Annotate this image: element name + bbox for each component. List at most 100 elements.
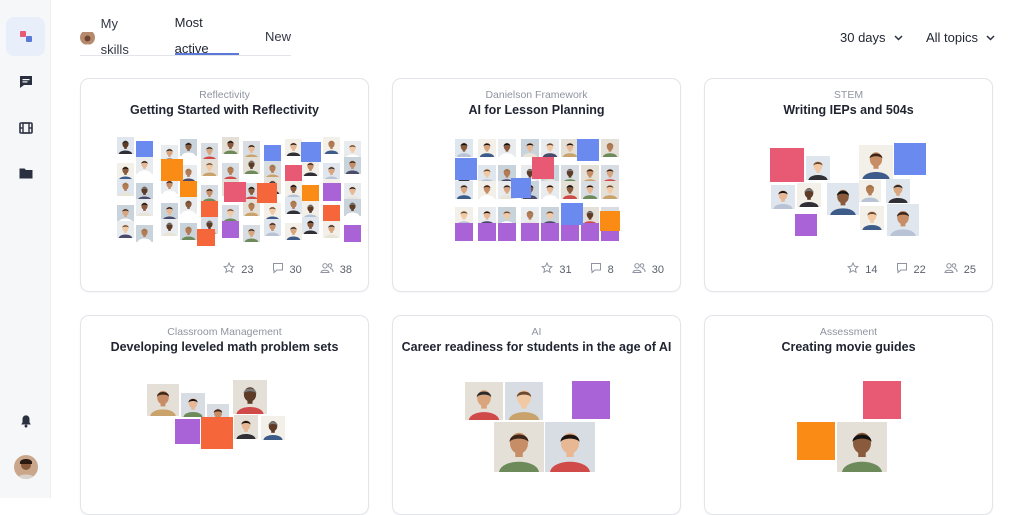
member-photo	[180, 139, 197, 156]
member-photo	[180, 223, 197, 240]
color-tile	[894, 143, 926, 175]
member-photo	[201, 185, 218, 202]
star-icon	[847, 261, 860, 277]
color-tile	[581, 223, 599, 241]
color-tile	[511, 178, 531, 198]
member-photo	[285, 139, 302, 156]
tab-bar: My skills Most active New	[80, 15, 291, 57]
card-stats: 23 30 38	[223, 261, 352, 277]
member-photo	[285, 197, 302, 214]
stars-count: 14	[847, 261, 878, 277]
sidebar	[0, 0, 51, 498]
comment-icon	[896, 262, 908, 277]
skill-card[interactable]: Classroom Management Developing leveled …	[80, 315, 369, 515]
card-title: Getting Started with Reflectivity	[130, 103, 319, 117]
member-photo	[797, 183, 821, 207]
member-photo	[478, 139, 496, 157]
sidebar-item-home[interactable]	[6, 17, 45, 56]
chevron-down-icon	[894, 34, 903, 41]
member-photo	[505, 382, 543, 420]
member-photo	[521, 139, 539, 157]
member-photo	[136, 157, 153, 174]
color-tile	[201, 201, 218, 218]
member-photo	[285, 223, 302, 240]
sidebar-item-messages[interactable]	[6, 62, 45, 101]
member-photo	[581, 181, 599, 199]
sidebar-item-videos[interactable]	[6, 108, 45, 147]
card-category: Danielson Framework	[485, 89, 588, 101]
sidebar-item-folders[interactable]	[6, 153, 45, 192]
member-photo	[323, 163, 340, 180]
card-category: AI	[531, 326, 542, 338]
people-icon	[320, 262, 334, 277]
member-photo	[494, 422, 544, 472]
member-photo	[181, 393, 205, 417]
member-photo	[147, 384, 179, 416]
comment-icon	[272, 262, 284, 277]
member-photo	[859, 145, 893, 179]
avatar	[80, 30, 95, 45]
member-photo	[323, 137, 340, 154]
film-icon	[18, 121, 33, 134]
member-photo	[478, 181, 496, 199]
comments-count: 8	[590, 262, 614, 277]
member-photo	[261, 416, 285, 440]
member-photo	[541, 181, 559, 199]
member-photo	[837, 422, 887, 472]
color-tile	[541, 223, 559, 241]
topics-value: All topics	[926, 30, 979, 45]
member-photo	[117, 179, 134, 196]
member-photo	[323, 221, 340, 238]
topics-dropdown[interactable]: All topics	[926, 30, 995, 45]
period-dropdown[interactable]: 30 days	[840, 30, 903, 45]
card-title: Creating movie guides	[781, 340, 916, 354]
member-photo	[601, 181, 619, 199]
member-photo	[545, 422, 595, 472]
member-photo	[455, 181, 473, 199]
sidebar-item-notifications[interactable]	[6, 401, 45, 440]
skill-card[interactable]: STEM Writing IEPs and 504s 14 22 25	[704, 78, 993, 292]
color-tile	[323, 205, 340, 222]
member-photo	[886, 179, 910, 203]
color-tile	[561, 223, 579, 241]
color-tile	[301, 142, 321, 162]
member-photo	[180, 197, 197, 214]
period-value: 30 days	[840, 30, 886, 45]
member-photo	[541, 139, 559, 157]
color-tile	[224, 182, 246, 202]
color-tile	[264, 145, 281, 162]
member-photo	[222, 163, 239, 180]
card-title: Career readiness for students in the age…	[401, 340, 672, 354]
member-photo	[601, 139, 619, 157]
people-icon	[632, 262, 646, 277]
member-photo	[344, 141, 361, 158]
skill-card[interactable]: AI Career readiness for students in the …	[392, 315, 681, 515]
member-photo	[264, 203, 281, 220]
member-photo	[285, 181, 302, 198]
tab-label: My skills	[100, 16, 129, 57]
member-photo	[860, 206, 884, 230]
color-tile	[257, 183, 277, 203]
member-photo	[264, 219, 281, 236]
color-tile	[863, 381, 901, 419]
member-photo	[887, 204, 919, 236]
member-photo	[498, 139, 516, 157]
tab-most-active[interactable]: Most active	[174, 15, 239, 56]
chevron-down-icon	[986, 34, 995, 41]
color-tile	[561, 203, 583, 225]
skill-card[interactable]: Danielson Framework AI for Lesson Planni…	[392, 78, 681, 292]
chat-icon	[19, 75, 32, 88]
skill-card[interactable]: Assessment Creating movie guides	[704, 315, 993, 515]
color-tile	[180, 181, 197, 198]
tab-my-skills[interactable]: My skills	[80, 16, 149, 57]
skill-card[interactable]: Reflectivity Getting Started with Reflec…	[80, 78, 369, 292]
avatar[interactable]	[14, 455, 38, 479]
member-photo	[465, 382, 503, 420]
people-count: 30	[632, 262, 664, 277]
member-photo	[806, 156, 830, 180]
member-photo	[344, 199, 361, 216]
people-icon	[944, 262, 958, 277]
people-count: 38	[320, 262, 352, 277]
tab-new[interactable]: New	[265, 24, 291, 55]
member-photo	[243, 157, 260, 174]
